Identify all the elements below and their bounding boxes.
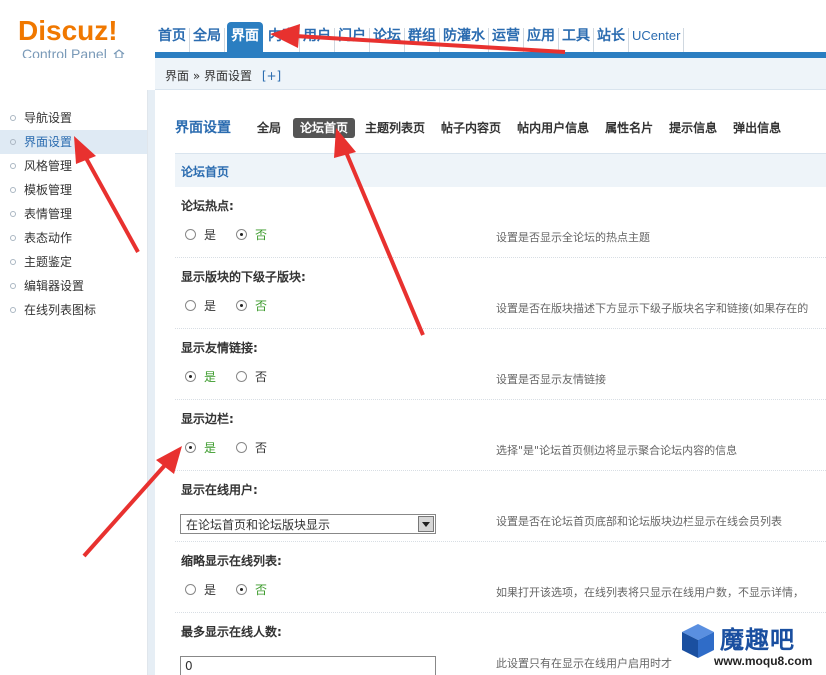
setting-title: 论坛热点: (181, 199, 234, 213)
sidebar-item-online-icons[interactable]: 在线列表图标 (0, 298, 147, 322)
setting-description: 设置是否显示友情链接 (496, 373, 606, 386)
setting-description: 设置是否在论坛首页底部和论坛版块边栏显示在线会员列表 (496, 515, 782, 528)
watermark-brand: 魔趣吧 (720, 626, 795, 654)
setting-title: 显示版块的下级子版块: (181, 270, 306, 284)
setting-description: 如果打开该选项，在线列表将只显示在线用户数，不显示详情， (496, 586, 804, 599)
bullet-icon (10, 163, 16, 169)
radio-no[interactable] (236, 442, 248, 453)
radio-no[interactable] (236, 229, 248, 240)
bullet-icon (10, 259, 16, 265)
radio-yes[interactable] (185, 229, 196, 240)
radio-no[interactable] (236, 300, 248, 311)
cube-logo-icon (682, 624, 714, 658)
tab-prompt-info[interactable]: 提示信息 (669, 118, 717, 138)
tab-popup-info[interactable]: 弹出信息 (733, 118, 781, 138)
tab-thread-list[interactable]: 主题列表页 (365, 118, 425, 138)
header: Discuz! Control Panel 首页 全局 界面 内容 用户 门户 … (0, 0, 826, 62)
setting-show-online-users: 显示在线用户: 在论坛首页和论坛版块显示 设置是否在论坛首页底部和论坛版块边栏显… (175, 471, 826, 542)
bullet-icon (10, 115, 16, 121)
radio-yes[interactable] (185, 442, 196, 453)
setting-title: 最多显示在线人数: (181, 625, 282, 639)
sidebar-item-smilies[interactable]: 表情管理 (0, 202, 147, 226)
radio-yes[interactable] (185, 300, 196, 311)
setting-show-friend-links: 显示友情链接: 是 否 设置是否显示友情链接 (175, 329, 826, 400)
sidebar-item-templates[interactable]: 模板管理 (0, 178, 147, 202)
sidebar-item-styles[interactable]: 风格管理 (0, 154, 147, 178)
sidebar: 导航设置 界面设置 风格管理 模板管理 表情管理 表态动作 主题鉴定 编辑器设置… (0, 90, 148, 675)
setting-description: 选择"是"论坛首页侧边将显示聚合论坛内容的信息 (496, 444, 738, 457)
max-online-input[interactable]: 0 (180, 656, 436, 675)
tab-profile-card[interactable]: 属性名片 (605, 118, 653, 138)
online-users-select[interactable]: 在论坛首页和论坛版块显示 (180, 514, 436, 534)
breadcrumb: 界面 » 界面设置 [+] (155, 58, 826, 90)
tab-bar: 界面设置 全局 论坛首页 主题列表页 帖子内容页 帖内用户信息 属性名片 提示信… (155, 91, 826, 149)
setting-title: 显示在线用户: (181, 483, 258, 497)
bullet-icon (10, 283, 16, 289)
main-content: 界面设置 全局 论坛首页 主题列表页 帖子内容页 帖内用户信息 属性名片 提示信… (155, 91, 826, 675)
add-shortcut-link[interactable]: [+] (262, 69, 281, 83)
setting-show-subforums: 显示版块的下级子版块: 是 否 设置是否在版块描述下方显示下级子版块名字和链接(… (175, 258, 826, 329)
radio-no[interactable] (236, 371, 248, 382)
bullet-icon (10, 187, 16, 193)
watermark-url: www.moqu8.com (714, 654, 813, 668)
sidebar-item-interface-settings[interactable]: 界面设置 (0, 130, 147, 154)
watermark: 魔趣吧 www.moqu8.com (680, 616, 820, 672)
chevron-down-icon[interactable] (418, 516, 434, 532)
radio-yes[interactable] (185, 371, 196, 382)
setting-title: 显示边栏: (181, 412, 234, 426)
logo[interactable]: Discuz! Control Panel (18, 16, 125, 62)
tab-forum-home[interactable]: 论坛首页 (293, 118, 356, 138)
tab-global[interactable]: 全局 (257, 118, 281, 138)
section-title: 论坛首页 (175, 153, 826, 187)
sidebar-item-nav-settings[interactable]: 导航设置 (0, 106, 147, 130)
setting-title: 缩略显示在线列表: (181, 554, 282, 568)
bullet-icon (10, 211, 16, 217)
tab-post-content[interactable]: 帖子内容页 (441, 118, 501, 138)
bullet-icon (10, 235, 16, 241)
logo-title: Discuz! (18, 15, 118, 46)
setting-description: 设置是否在版块描述下方显示下级子版块名字和链接(如果存在的 (496, 302, 809, 315)
radio-no[interactable] (236, 584, 248, 595)
radio-yes[interactable] (185, 584, 196, 595)
bullet-icon (10, 307, 16, 313)
setting-forum-hot: 论坛热点: 是 否 设置是否显示全论坛的热点主题 (175, 187, 826, 258)
setting-description: 此设置只有在显示在线用户启用时才 (496, 657, 672, 670)
setting-compact-online-list: 缩略显示在线列表: 是 否 如果打开该选项，在线列表将只显示在线用户数，不显示详… (175, 542, 826, 613)
sidebar-item-thread-stamps[interactable]: 主题鉴定 (0, 250, 147, 274)
setting-description: 设置是否显示全论坛的热点主题 (496, 231, 650, 244)
sidebar-item-click-actions[interactable]: 表态动作 (0, 226, 147, 250)
setting-show-sidebar: 显示边栏: 是 否 选择"是"论坛首页侧边将显示聚合论坛内容的信息 (175, 400, 826, 471)
bullet-icon (10, 139, 16, 145)
page-title: 界面设置 (175, 120, 231, 136)
sidebar-item-editor-settings[interactable]: 编辑器设置 (0, 274, 147, 298)
breadcrumb-text: 界面 » 界面设置 (165, 69, 252, 83)
tab-post-user-info[interactable]: 帖内用户信息 (517, 118, 589, 138)
setting-title: 显示友情链接: (181, 341, 258, 355)
